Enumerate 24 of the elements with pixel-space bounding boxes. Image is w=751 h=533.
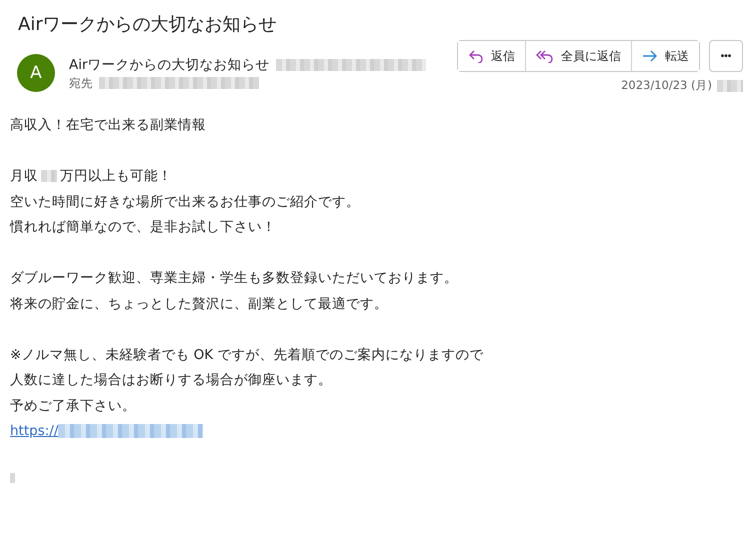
forward-icon <box>642 50 658 62</box>
body-text: 人数に達した場合はお断りする場合が御座います。 <box>10 372 332 388</box>
redaction-mark <box>717 80 743 92</box>
recipient-label: 宛先 <box>69 76 93 90</box>
body-text: ダブルーワーク歓迎、専業主婦・学生も多数登録いただいております。 <box>10 270 458 286</box>
body-text: 高収入！在宅で出来る副業情報 <box>10 117 206 133</box>
body-text: 将来の貯金に、ちょっとした贅沢に、副業として最適です。 <box>10 296 388 312</box>
reply-all-icon <box>536 49 554 63</box>
body-text: 予めご了承下さい。 <box>10 398 136 414</box>
body-text: 月収 <box>10 168 38 184</box>
sender-avatar: A <box>17 54 55 92</box>
reply-button[interactable]: 返信 <box>458 41 526 71</box>
body-text: 慣れれば簡単なので、是非お試し下さい！ <box>10 219 276 235</box>
reply-icon <box>468 49 484 63</box>
body-text: 万円以上も可能！ <box>60 168 172 184</box>
redaction-mark <box>41 170 57 182</box>
email-subject: Airワークからの大切なお知らせ <box>17 13 278 37</box>
link[interactable]: https:// <box>10 423 58 439</box>
sender-name: Airワークからの大切なお知らせ <box>69 56 270 74</box>
more-button[interactable]: ••• <box>709 40 743 72</box>
body-text: ※ノルマ無し、未経験者でも OK ですが、先着順でのご案内になりますので <box>10 346 484 362</box>
date-label: 2023/10/23 (月) <box>621 78 712 93</box>
body-text: 空いた時間に好きな場所で出来るお仕事のご紹介です。 <box>10 194 360 210</box>
redaction-mark <box>10 472 15 482</box>
